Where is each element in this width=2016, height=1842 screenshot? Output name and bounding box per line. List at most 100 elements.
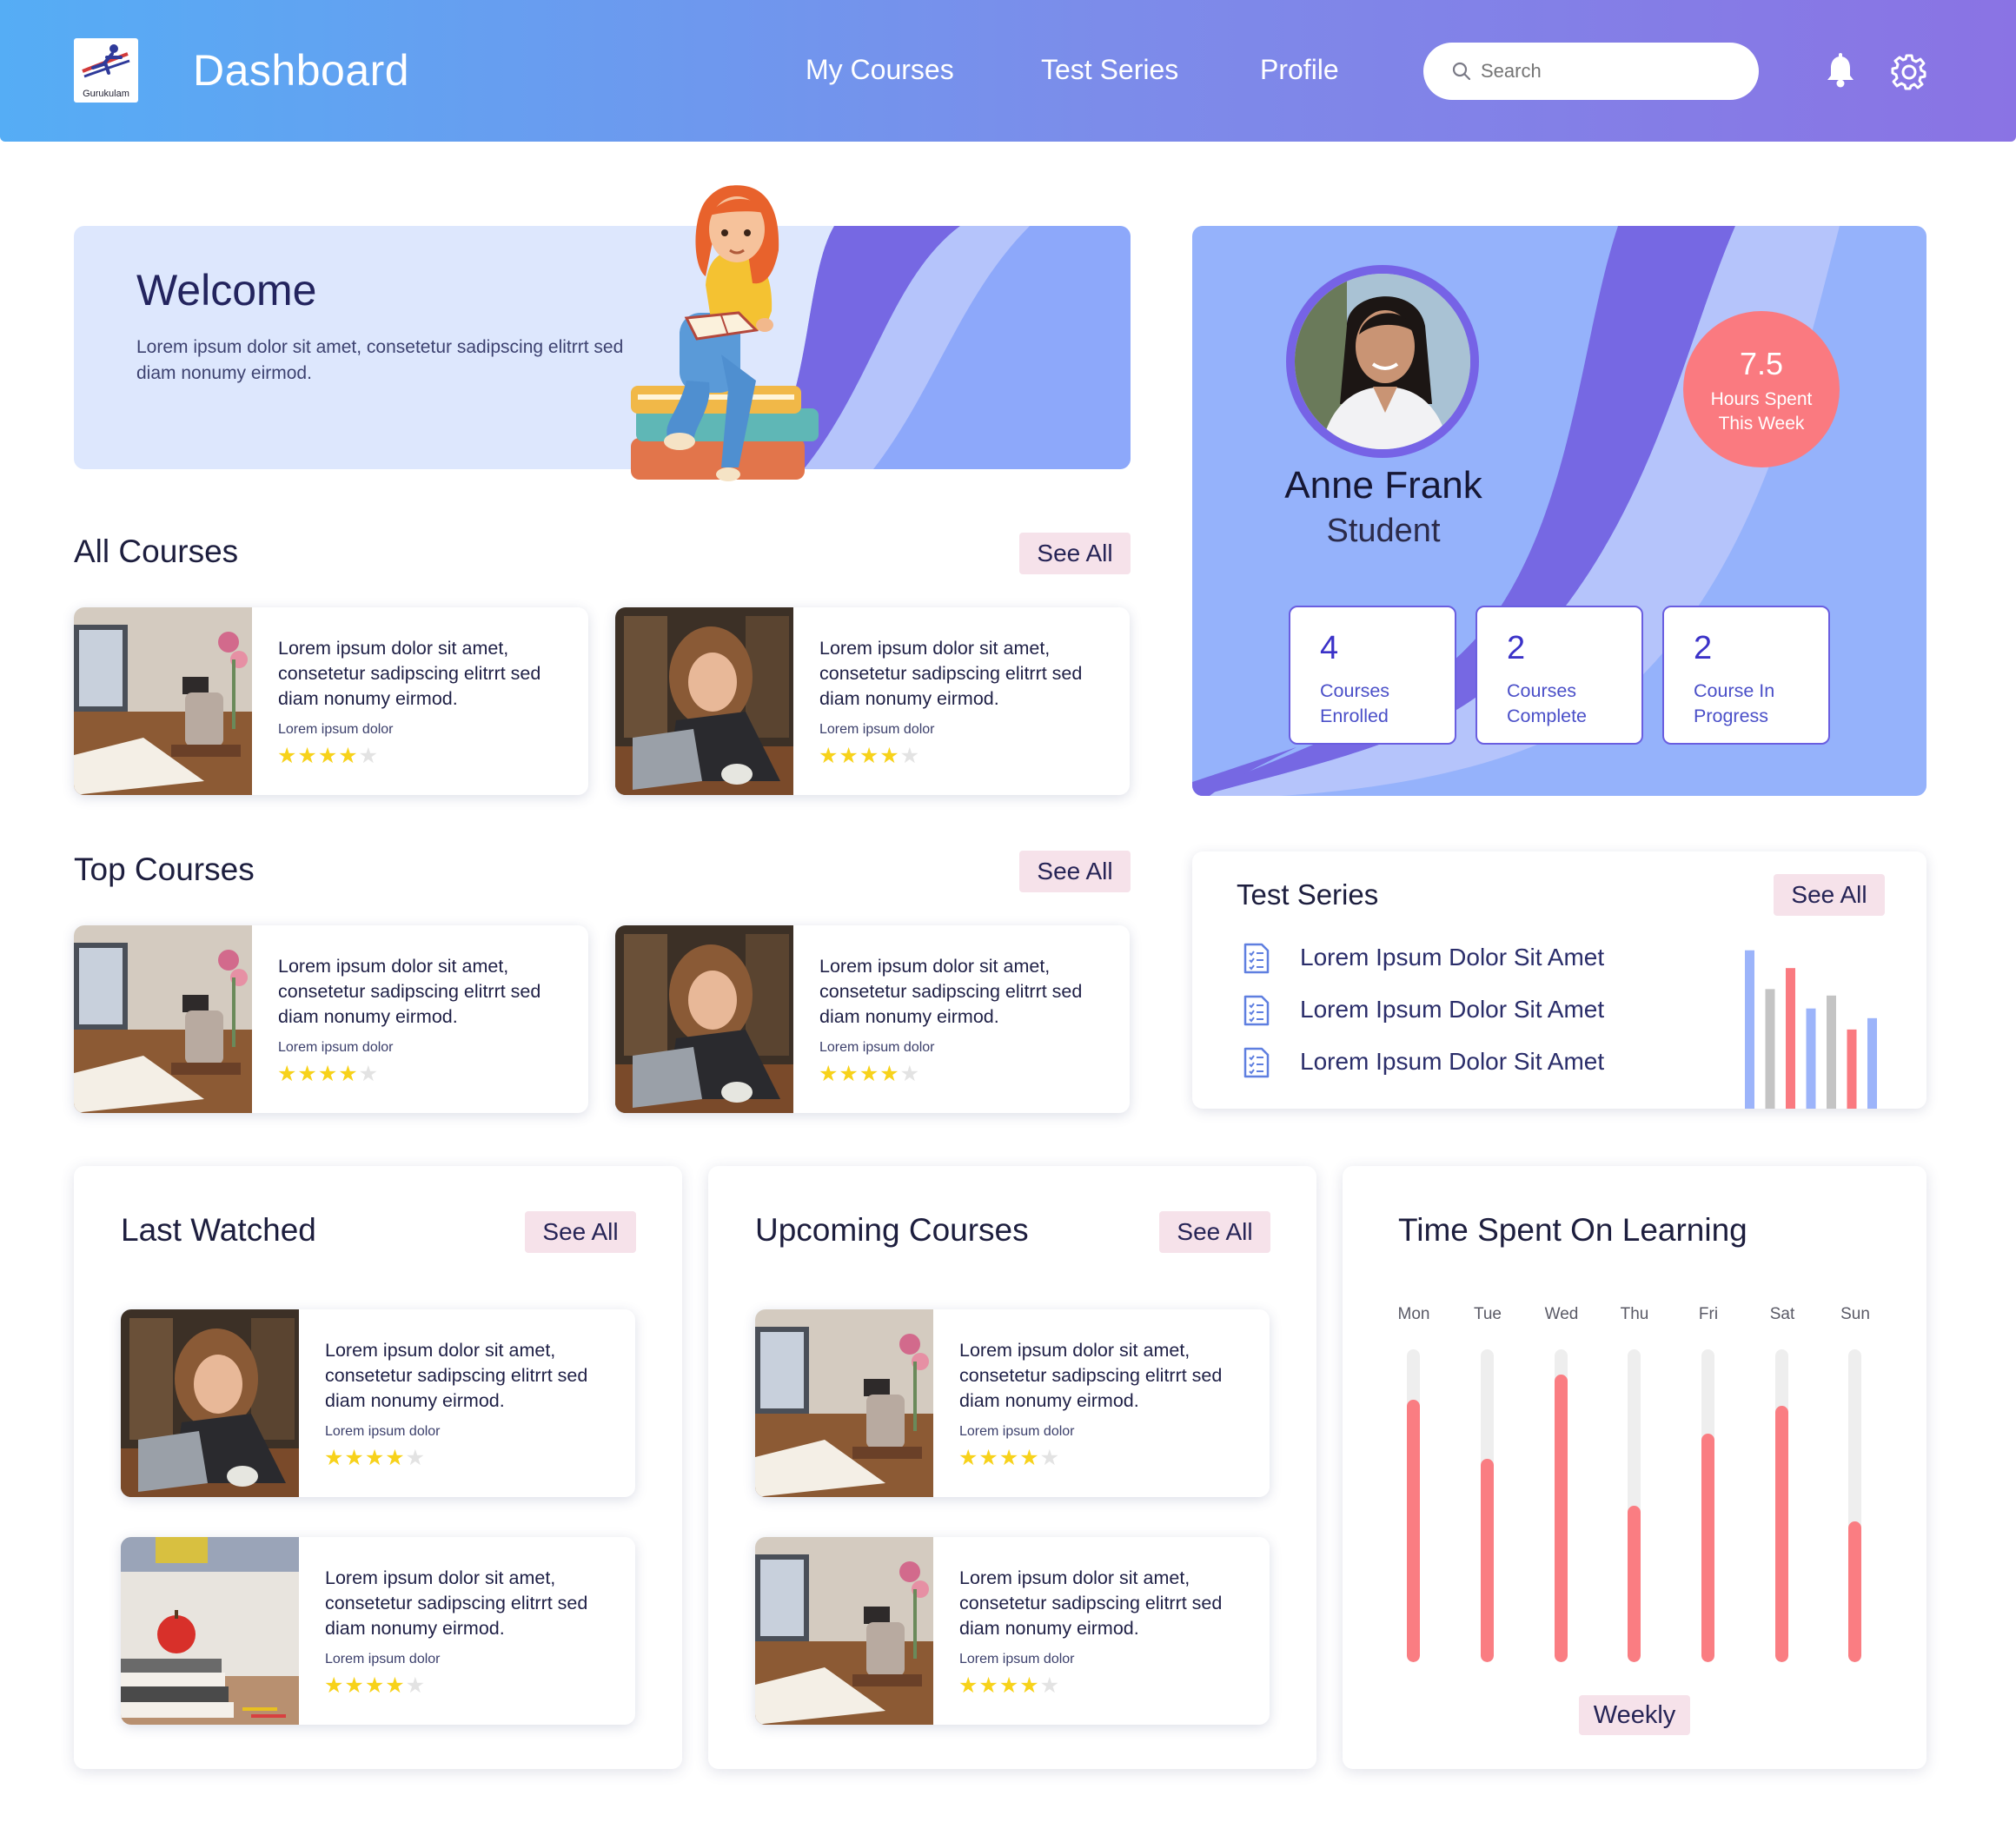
test-series-item[interactable]: Lorem Ipsum Dolor Sit Amet bbox=[1243, 942, 1604, 977]
time-bar-fill bbox=[1407, 1399, 1420, 1662]
welcome-text: Lorem ipsum dolor sit amet, consetetur s… bbox=[136, 337, 624, 383]
top-courses-see-all-button[interactable]: See All bbox=[1019, 851, 1131, 892]
course-subtitle: Lorem ipsum dolor bbox=[819, 722, 935, 737]
course-title: Lorem ipsum dolor sit amet, consetetur s… bbox=[819, 638, 1083, 709]
rating-stars: ★★★★★ bbox=[324, 1673, 427, 1698]
course-card[interactable]: Lorem ipsum dolor sit amet, consetetur s… bbox=[615, 925, 1130, 1113]
test-series-see-all-button[interactable]: See All bbox=[1774, 874, 1885, 916]
rating-stars: ★★★★★ bbox=[958, 1446, 1061, 1470]
profile-name: Anne Frank bbox=[1284, 464, 1482, 507]
welcome-title: Welcome bbox=[136, 266, 317, 315]
stat-courses-enrolled[interactable]: 4 Courses Enrolled bbox=[1289, 606, 1456, 745]
course-card[interactable]: Lorem ipsum dolor sit amet, consetetur s… bbox=[121, 1309, 635, 1497]
mini-chart-bar bbox=[1806, 1008, 1816, 1109]
search-input[interactable] bbox=[1481, 54, 1741, 89]
day-label-mon: Mon bbox=[1397, 1305, 1430, 1323]
course-thumbnail-girl-laptop bbox=[615, 607, 793, 795]
time-bar-fill bbox=[1481, 1459, 1494, 1662]
nav-test-series[interactable]: Test Series bbox=[1041, 54, 1178, 86]
rating-stars: ★★★★★ bbox=[819, 744, 921, 768]
course-subtitle: Lorem ipsum dolor bbox=[959, 1424, 1075, 1439]
logo-text: Gurukulam bbox=[83, 89, 129, 99]
time-bar-fill bbox=[1775, 1405, 1788, 1662]
rating-stars: ★★★★★ bbox=[277, 1062, 380, 1086]
stat-value: 2 bbox=[1507, 630, 1526, 666]
stat-label: Courses Enrolled bbox=[1320, 680, 1390, 726]
test-series-item-label: Lorem Ipsum Dolor Sit Amet bbox=[1300, 1048, 1605, 1075]
test-series-mini-chart bbox=[1745, 950, 1877, 1109]
last-watched-see-all-button[interactable]: See All bbox=[525, 1211, 636, 1253]
course-card[interactable]: Lorem ipsum dolor sit amet, consetetur s… bbox=[615, 607, 1130, 795]
search-box[interactable] bbox=[1423, 43, 1759, 100]
time-bar-mon bbox=[1407, 1349, 1420, 1662]
last-watched-title: Last Watched bbox=[121, 1212, 316, 1248]
gear-icon[interactable] bbox=[1890, 52, 1928, 90]
test-series-title: Test Series bbox=[1237, 878, 1379, 911]
profile-role: Student bbox=[1326, 513, 1441, 549]
time-bar-sat bbox=[1775, 1349, 1788, 1662]
test-series-item-label: Lorem Ipsum Dolor Sit Amet bbox=[1300, 944, 1605, 971]
course-title: Lorem ipsum dolor sit amet, consetetur s… bbox=[959, 1340, 1223, 1411]
top-courses-title: Top Courses bbox=[74, 851, 255, 887]
all-courses-see-all-button[interactable]: See All bbox=[1019, 533, 1131, 574]
mini-chart-bar bbox=[1745, 950, 1754, 1109]
mini-chart-bar bbox=[1786, 968, 1795, 1109]
stat-value: 4 bbox=[1320, 630, 1339, 666]
weekly-period-button[interactable]: Weekly bbox=[1579, 1695, 1690, 1735]
stat-label: Course In Progress bbox=[1694, 680, 1775, 726]
test-series-item[interactable]: Lorem Ipsum Dolor Sit Amet bbox=[1243, 994, 1604, 1029]
mini-chart-bar bbox=[1867, 1017, 1877, 1109]
avatar[interactable] bbox=[1295, 274, 1470, 449]
course-title: Lorem ipsum dolor sit amet, consetetur s… bbox=[278, 956, 541, 1027]
day-label-sun: Sun bbox=[1840, 1305, 1870, 1323]
time-bar-tue bbox=[1481, 1349, 1494, 1662]
course-subtitle: Lorem ipsum dolor bbox=[278, 722, 394, 737]
course-thumbnail-laptop-mug bbox=[74, 607, 252, 795]
stat-value: 2 bbox=[1694, 630, 1713, 666]
course-thumbnail-girl-laptop bbox=[615, 925, 793, 1113]
course-card[interactable]: Lorem ipsum dolor sit amet, consetetur s… bbox=[74, 925, 588, 1113]
course-thumbnail-laptop-mug bbox=[74, 925, 252, 1113]
time-bar-wed bbox=[1555, 1349, 1568, 1662]
course-subtitle: Lorem ipsum dolor bbox=[819, 1040, 935, 1055]
test-series-item[interactable]: Lorem Ipsum Dolor Sit Amet bbox=[1243, 1046, 1604, 1081]
time-bar-fill bbox=[1628, 1506, 1641, 1662]
hours-label: Hours Spent This Week bbox=[1710, 389, 1813, 434]
course-subtitle: Lorem ipsum dolor bbox=[325, 1652, 441, 1666]
upcoming-courses-see-all-button[interactable]: See All bbox=[1159, 1211, 1270, 1253]
checklist-icon bbox=[1243, 995, 1270, 1026]
day-label-thu: Thu bbox=[1620, 1305, 1649, 1323]
page-title: Dashboard bbox=[193, 46, 410, 95]
stat-course-in-progress[interactable]: 2 Course In Progress bbox=[1662, 606, 1830, 745]
time-bar-fill bbox=[1555, 1374, 1568, 1662]
mini-chart-bar bbox=[1827, 995, 1836, 1109]
course-subtitle: Lorem ipsum dolor bbox=[325, 1424, 441, 1439]
time-bar-fri bbox=[1701, 1349, 1714, 1662]
course-title: Lorem ipsum dolor sit amet, consetetur s… bbox=[819, 956, 1083, 1027]
course-thumbnail-laptop-mug bbox=[755, 1309, 933, 1497]
stat-courses-complete[interactable]: 2 Courses Complete bbox=[1476, 606, 1643, 745]
day-label-wed: Wed bbox=[1544, 1305, 1579, 1323]
rating-stars: ★★★★★ bbox=[819, 1062, 921, 1086]
runner-logo-icon bbox=[82, 44, 130, 78]
course-title: Lorem ipsum dolor sit amet, consetetur s… bbox=[278, 638, 541, 709]
rating-stars: ★★★★★ bbox=[324, 1446, 427, 1470]
time-bar-thu bbox=[1628, 1349, 1641, 1662]
bell-icon[interactable] bbox=[1821, 52, 1860, 90]
checklist-icon bbox=[1243, 943, 1270, 974]
course-card[interactable]: Lorem ipsum dolor sit amet, consetetur s… bbox=[755, 1537, 1270, 1725]
nav-my-courses[interactable]: My Courses bbox=[806, 54, 954, 86]
course-subtitle: Lorem ipsum dolor bbox=[959, 1652, 1075, 1666]
course-card[interactable]: Lorem ipsum dolor sit amet, consetetur s… bbox=[755, 1309, 1270, 1497]
gurukulam-logo[interactable]: Gurukulam bbox=[74, 38, 138, 103]
nav-profile[interactable]: Profile bbox=[1260, 54, 1339, 86]
time-spent-title: Time Spent On Learning bbox=[1398, 1212, 1747, 1248]
test-series-item-label: Lorem Ipsum Dolor Sit Amet bbox=[1300, 996, 1605, 1023]
mini-chart-bar bbox=[1765, 989, 1775, 1109]
course-card[interactable]: Lorem ipsum dolor sit amet, consetetur s… bbox=[121, 1537, 635, 1725]
course-card[interactable]: Lorem ipsum dolor sit amet, consetetur s… bbox=[74, 607, 588, 795]
time-bar-sun bbox=[1848, 1349, 1861, 1662]
course-title: Lorem ipsum dolor sit amet, consetetur s… bbox=[325, 1340, 588, 1411]
stat-label: Courses Complete bbox=[1507, 680, 1588, 726]
upcoming-courses-title: Upcoming Courses bbox=[755, 1212, 1029, 1248]
